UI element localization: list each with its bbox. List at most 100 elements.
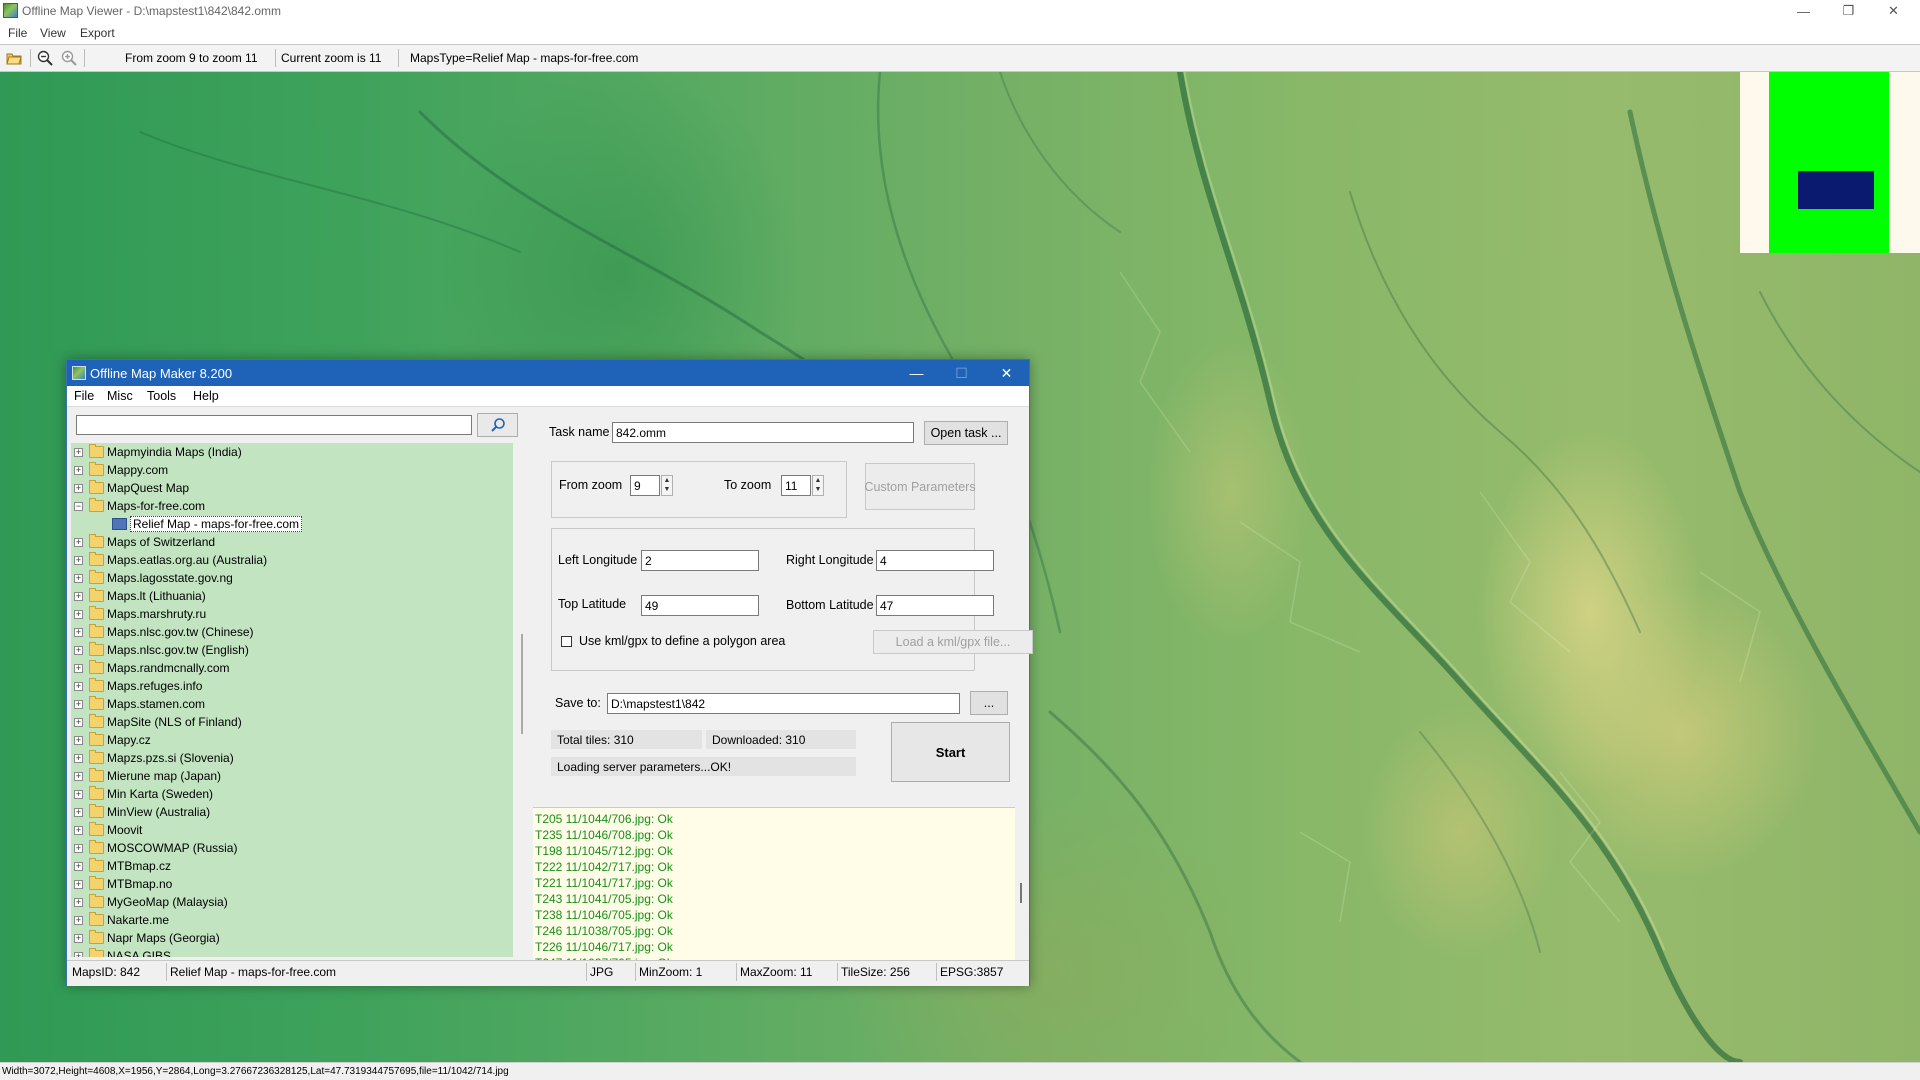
menu-view[interactable]: View (40, 26, 66, 40)
tree-item-provider[interactable]: + Mappy.com (71, 461, 513, 479)
tree-item-provider[interactable]: + NASA GIBS (71, 947, 513, 957)
top-latitude-field[interactable]: 49 (641, 595, 759, 616)
provider-tree-scrollbar[interactable] (515, 443, 529, 957)
expand-icon[interactable]: + (74, 556, 83, 565)
from-zoom-field[interactable]: 9 (630, 475, 660, 496)
tree-item-provider[interactable]: + Maps.eatlas.org.au (Australia) (71, 551, 513, 569)
expand-icon[interactable]: + (74, 772, 83, 781)
tree-item-provider[interactable]: + Maps.stamen.com (71, 695, 513, 713)
scrollbar-thumb[interactable] (521, 634, 523, 734)
expand-icon[interactable]: + (74, 898, 83, 907)
to-zoom-field[interactable]: 11 (781, 475, 811, 496)
tree-item-provider[interactable]: + MyGeoMap (Malaysia) (71, 893, 513, 911)
dialog-close-button[interactable]: ✕ (984, 360, 1029, 386)
zoom-out-icon[interactable] (37, 50, 53, 66)
right-longitude-field[interactable]: 4 (876, 550, 994, 571)
tree-item-provider[interactable]: + Maps.marshruty.ru (71, 605, 513, 623)
custom-parameters-button[interactable]: Custom Parameters (864, 463, 976, 510)
dialog-maximize-button[interactable]: ☐ (939, 360, 984, 386)
zoom-in-icon[interactable] (61, 50, 77, 66)
download-log-scrollbar[interactable] (1015, 807, 1028, 977)
expand-icon[interactable]: + (74, 952, 83, 957)
tree-item-map[interactable]: Relief Map - maps-for-free.com (71, 515, 513, 533)
save-to-field[interactable]: D:\mapstest1\842 (607, 693, 960, 714)
expand-icon[interactable]: + (74, 934, 83, 943)
menu-file[interactable]: File (8, 26, 27, 40)
restore-button[interactable]: ❐ (1826, 0, 1871, 22)
open-task-button[interactable]: Open task ... (924, 421, 1008, 445)
expand-icon[interactable]: + (74, 538, 83, 547)
expand-icon[interactable]: + (74, 808, 83, 817)
expand-icon[interactable]: + (74, 592, 83, 601)
tree-item-provider[interactable]: + Mierune map (Japan) (71, 767, 513, 785)
expand-icon[interactable]: + (74, 916, 83, 925)
dialog-titlebar[interactable]: Offline Map Maker 8.200 — ☐ ✕ (67, 360, 1029, 386)
download-log[interactable]: T205 11/1044/706.jpg: Ok T235 11/1046/708… (533, 807, 1015, 978)
expand-icon[interactable]: + (74, 754, 83, 763)
expand-icon[interactable]: + (74, 718, 83, 727)
tree-item-provider[interactable]: + MTBmap.cz (71, 857, 513, 875)
expand-icon[interactable]: + (74, 682, 83, 691)
start-button[interactable]: Start (891, 722, 1010, 782)
tree-item-provider[interactable]: + MinView (Australia) (71, 803, 513, 821)
close-button[interactable]: ✕ (1871, 0, 1916, 22)
tree-item-provider[interactable]: + Min Karta (Sweden) (71, 785, 513, 803)
scrollbar-thumb[interactable] (1020, 883, 1022, 903)
dialog-menu-help[interactable]: Help (193, 389, 219, 403)
kml-polygon-checkbox[interactable] (561, 636, 572, 647)
expand-icon[interactable]: + (74, 880, 83, 889)
tree-item-provider[interactable]: + Nakarte.me (71, 911, 513, 929)
browse-button[interactable]: ... (970, 691, 1008, 715)
left-longitude-field[interactable]: 2 (641, 550, 759, 571)
tree-item-provider[interactable]: + Maps.randmcnally.com (71, 659, 513, 677)
tree-item-provider[interactable]: + Moovit (71, 821, 513, 839)
dialog-minimize-button[interactable]: — (894, 360, 939, 386)
bottom-latitude-field[interactable]: 47 (876, 595, 994, 616)
expand-icon[interactable]: + (74, 664, 83, 673)
dialog-menu-misc[interactable]: Misc (107, 389, 133, 403)
tree-item-provider[interactable]: + Mapmyindia Maps (India) (71, 443, 513, 461)
open-folder-icon[interactable] (6, 50, 22, 66)
expand-icon[interactable]: + (74, 574, 83, 583)
expand-icon[interactable]: + (74, 844, 83, 853)
search-button[interactable] (477, 413, 518, 437)
tree-item-provider[interactable]: + MapSite (NLS of Finland) (71, 713, 513, 731)
tree-item-provider[interactable]: + MOSCOWMAP (Russia) (71, 839, 513, 857)
expand-icon[interactable]: + (74, 862, 83, 871)
dialog-menu-tools[interactable]: Tools (147, 389, 176, 403)
from-zoom-spinner[interactable]: ▲ ▼ (661, 475, 673, 496)
collapse-icon[interactable]: − (74, 502, 83, 511)
dialog-menu-file[interactable]: File (74, 389, 94, 403)
expand-icon[interactable]: + (74, 610, 83, 619)
minimize-button[interactable]: — (1781, 0, 1826, 22)
tree-item-provider[interactable]: + Mapzs.pzs.si (Slovenia) (71, 749, 513, 767)
tree-item-provider[interactable]: + Maps.lagosstate.gov.ng (71, 569, 513, 587)
tree-item-provider[interactable]: + MapQuest Map (71, 479, 513, 497)
minimap-viewport[interactable] (1798, 171, 1874, 209)
expand-icon[interactable]: + (74, 736, 83, 745)
tree-item-provider[interactable]: + Maps.refuges.info (71, 677, 513, 695)
tree-item-provider[interactable]: + MTBmap.no (71, 875, 513, 893)
expand-icon[interactable]: + (74, 448, 83, 457)
provider-search-input[interactable] (76, 415, 472, 435)
tree-item-provider[interactable]: + Mapy.cz (71, 731, 513, 749)
overview-minimap[interactable] (1740, 72, 1920, 253)
expand-icon[interactable]: + (74, 646, 83, 655)
expand-icon[interactable]: + (74, 484, 83, 493)
tree-item-provider[interactable]: + Maps.nlsc.gov.tw (Chinese) (71, 623, 513, 641)
tree-item-provider[interactable]: + Maps.nlsc.gov.tw (English) (71, 641, 513, 659)
menu-export[interactable]: Export (80, 26, 115, 40)
tree-item-provider[interactable]: + Napr Maps (Georgia) (71, 929, 513, 947)
expand-icon[interactable]: + (74, 790, 83, 799)
load-kml-button[interactable]: Load a kml/gpx file... (873, 630, 1033, 654)
to-zoom-spinner[interactable]: ▲ ▼ (812, 475, 824, 496)
tree-item-provider[interactable]: − Maps-for-free.com (71, 497, 513, 515)
provider-tree[interactable]: + Mapmyindia Maps (India) + Mappy.com + MapQu… (71, 443, 513, 957)
expand-icon[interactable]: + (74, 628, 83, 637)
task-name-field[interactable]: 842.omm (612, 422, 914, 443)
tree-item-provider[interactable]: + Maps of Switzerland (71, 533, 513, 551)
expand-icon[interactable]: + (74, 466, 83, 475)
expand-icon[interactable]: + (74, 700, 83, 709)
tree-item-provider[interactable]: + Maps.lt (Lithuania) (71, 587, 513, 605)
expand-icon[interactable]: + (74, 826, 83, 835)
